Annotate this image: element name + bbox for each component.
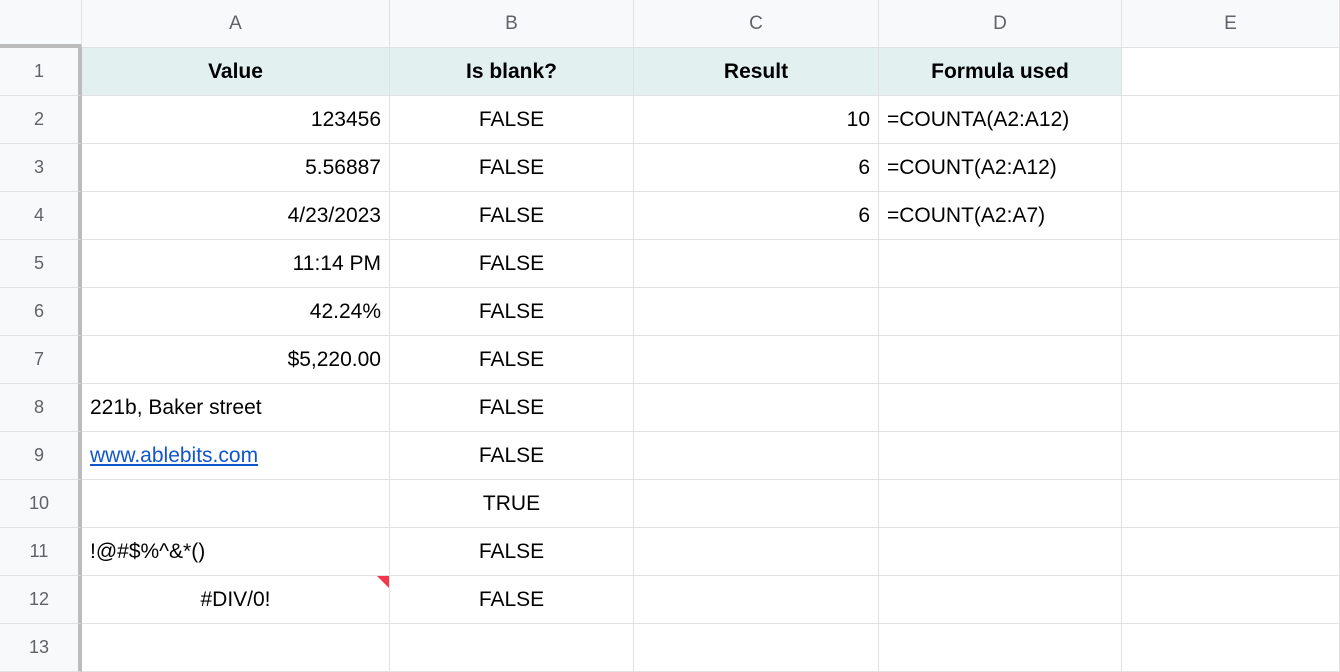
cell-D8[interactable] — [879, 384, 1122, 432]
cell-C6[interactable] — [634, 288, 879, 336]
cell-D12[interactable] — [879, 576, 1122, 624]
cell-B3[interactable]: FALSE — [390, 144, 634, 192]
cell-A1[interactable]: Value — [82, 48, 390, 96]
cell-C7[interactable] — [634, 336, 879, 384]
cell-A12[interactable]: #DIV/0! — [82, 576, 390, 624]
cell-E12[interactable] — [1122, 576, 1340, 624]
row-header-6[interactable]: 6 — [0, 288, 82, 336]
col-header-B[interactable]: B — [390, 0, 634, 48]
cell-E10[interactable] — [1122, 480, 1340, 528]
row-header-2[interactable]: 2 — [0, 96, 82, 144]
cell-C13[interactable] — [634, 624, 879, 672]
col-header-A[interactable]: A — [82, 0, 390, 48]
cell-B5[interactable]: FALSE — [390, 240, 634, 288]
cell-B6[interactable]: FALSE — [390, 288, 634, 336]
cell-E7[interactable] — [1122, 336, 1340, 384]
cell-D13[interactable] — [879, 624, 1122, 672]
spreadsheet-grid: A B C D E 1 Value Is blank? Result Formu… — [0, 0, 1340, 672]
cell-C9[interactable] — [634, 432, 879, 480]
cell-C5[interactable] — [634, 240, 879, 288]
row-header-1[interactable]: 1 — [0, 48, 82, 96]
cell-B12[interactable]: FALSE — [390, 576, 634, 624]
select-all-corner[interactable] — [0, 0, 82, 48]
row-header-13[interactable]: 13 — [0, 624, 82, 672]
col-header-D[interactable]: D — [879, 0, 1122, 48]
cell-D5[interactable] — [879, 240, 1122, 288]
cell-C11[interactable] — [634, 528, 879, 576]
cell-E5[interactable] — [1122, 240, 1340, 288]
cell-E4[interactable] — [1122, 192, 1340, 240]
cell-B11[interactable]: FALSE — [390, 528, 634, 576]
cell-B1[interactable]: Is blank? — [390, 48, 634, 96]
cell-A11[interactable]: !@#$%^&*() — [82, 528, 390, 576]
cell-D4[interactable]: =COUNT(A2:A7) — [879, 192, 1122, 240]
row-header-7[interactable]: 7 — [0, 336, 82, 384]
cell-C4[interactable]: 6 — [634, 192, 879, 240]
cell-B2[interactable]: FALSE — [390, 96, 634, 144]
row-header-11[interactable]: 11 — [0, 528, 82, 576]
cell-B9[interactable]: FALSE — [390, 432, 634, 480]
cell-B8[interactable]: FALSE — [390, 384, 634, 432]
cell-B7[interactable]: FALSE — [390, 336, 634, 384]
cell-A8[interactable]: 221b, Baker street — [82, 384, 390, 432]
cell-D3[interactable]: =COUNT(A2:A12) — [879, 144, 1122, 192]
cell-E13[interactable] — [1122, 624, 1340, 672]
cell-D9[interactable] — [879, 432, 1122, 480]
cell-E8[interactable] — [1122, 384, 1340, 432]
cell-E9[interactable] — [1122, 432, 1340, 480]
cell-D10[interactable] — [879, 480, 1122, 528]
cell-C3[interactable]: 6 — [634, 144, 879, 192]
cell-C10[interactable] — [634, 480, 879, 528]
cell-E3[interactable] — [1122, 144, 1340, 192]
col-header-E[interactable]: E — [1122, 0, 1340, 48]
cell-B4[interactable]: FALSE — [390, 192, 634, 240]
cell-D7[interactable] — [879, 336, 1122, 384]
cell-A5[interactable]: 11:14 PM — [82, 240, 390, 288]
cell-D2[interactable]: =COUNTA(A2:A12) — [879, 96, 1122, 144]
row-header-5[interactable]: 5 — [0, 240, 82, 288]
cell-A9[interactable]: www.ablebits.com — [82, 432, 390, 480]
cell-E6[interactable] — [1122, 288, 1340, 336]
cell-B10[interactable]: TRUE — [390, 480, 634, 528]
cell-A7[interactable]: $5,220.00 — [82, 336, 390, 384]
cell-D1[interactable]: Formula used — [879, 48, 1122, 96]
cell-C12[interactable] — [634, 576, 879, 624]
col-header-C[interactable]: C — [634, 0, 879, 48]
cell-D11[interactable] — [879, 528, 1122, 576]
cell-E1[interactable] — [1122, 48, 1340, 96]
cell-A2[interactable]: 123456 — [82, 96, 390, 144]
note-indicator-icon[interactable] — [377, 576, 389, 588]
cell-D6[interactable] — [879, 288, 1122, 336]
cell-C2[interactable]: 10 — [634, 96, 879, 144]
error-value: #DIV/0! — [200, 588, 270, 612]
cell-C1[interactable]: Result — [634, 48, 879, 96]
cell-B13[interactable] — [390, 624, 634, 672]
row-header-4[interactable]: 4 — [0, 192, 82, 240]
hyperlink[interactable]: www.ablebits.com — [90, 444, 258, 468]
cell-A13[interactable] — [82, 624, 390, 672]
row-header-8[interactable]: 8 — [0, 384, 82, 432]
cell-A10[interactable] — [82, 480, 390, 528]
cell-A6[interactable]: 42.24% — [82, 288, 390, 336]
row-header-10[interactable]: 10 — [0, 480, 82, 528]
cell-A4[interactable]: 4/23/2023 — [82, 192, 390, 240]
cell-E2[interactable] — [1122, 96, 1340, 144]
cell-E11[interactable] — [1122, 528, 1340, 576]
cell-A3[interactable]: 5.56887 — [82, 144, 390, 192]
row-header-9[interactable]: 9 — [0, 432, 82, 480]
row-header-12[interactable]: 12 — [0, 576, 82, 624]
row-header-3[interactable]: 3 — [0, 144, 82, 192]
cell-C8[interactable] — [634, 384, 879, 432]
